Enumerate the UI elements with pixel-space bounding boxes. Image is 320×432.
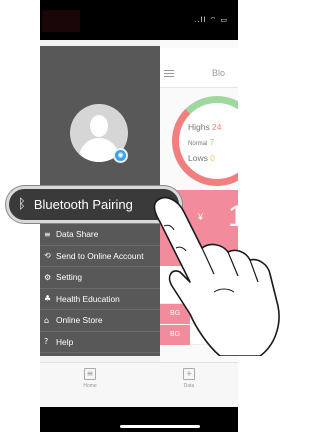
home-indicator[interactable] <box>120 425 200 428</box>
tab-home[interactable]: ≡ Home <box>70 368 110 389</box>
status-icons: ..ll ⌔ ▭ <box>194 16 228 24</box>
pointing-hand-icon <box>153 196 280 356</box>
store-icon: ⌂ <box>44 315 50 325</box>
tab-bar: ≡ Home + Data <box>40 362 238 407</box>
highs-value: 24 <box>211 122 222 132</box>
menu-item-send-online[interactable]: ⟲ Send to Online Account <box>40 246 160 267</box>
avatar-head <box>90 115 108 137</box>
lows-value: 0 <box>210 153 215 163</box>
app-header: Blo <box>160 48 238 88</box>
menu-item-health-education[interactable]: ♣ Health Education <box>40 289 160 310</box>
menu-icon[interactable] <box>164 70 174 77</box>
health-education-icon: ♣ <box>44 294 52 304</box>
menu-item-setting[interactable]: ⚙ Setting <box>40 267 160 289</box>
bluetooth-icon: ᛒ <box>18 197 26 212</box>
data-icon: + <box>183 368 195 380</box>
menu-item-label: Setting <box>56 272 83 283</box>
drawer-menu: ≡ Data Share ⟲ Send to Online Account ⚙ … <box>40 224 160 353</box>
home-indicator-area <box>40 407 238 432</box>
home-icon: ≡ <box>84 368 96 380</box>
menu-item-label: Health Education <box>56 293 120 304</box>
share-icon: ≡ <box>44 229 51 239</box>
menu-item-help[interactable]: ? Help <box>40 332 160 353</box>
camera-icon[interactable]: ◉ <box>113 148 128 163</box>
menu-item-online-store[interactable]: ⌂ Online Store <box>40 310 160 332</box>
normal-label: Normal <box>188 141 208 147</box>
bluetooth-pairing-label: Bluetooth Pairing <box>33 197 133 212</box>
status-bar: ..ll ⌔ ▭ <box>40 0 238 40</box>
menu-item-label: Online Store <box>56 315 103 326</box>
normal-value: 7 <box>209 137 215 147</box>
summary-counts: Highs 24 Normal 7 Lows 0 <box>188 120 221 166</box>
lows-label: Lows <box>188 153 208 163</box>
help-icon: ? <box>44 337 49 347</box>
page-title: Blo <box>212 68 226 78</box>
status-carrier-area <box>42 10 80 32</box>
menu-item-label: Help <box>56 336 74 347</box>
menu-item-label: Send to Online Account <box>56 250 144 261</box>
cloud-sync-icon: ⟲ <box>44 251 51 261</box>
menu-item-label: Data Share <box>56 229 99 240</box>
menu-item-data-share[interactable]: ≡ Data Share <box>40 224 160 246</box>
tab-data[interactable]: + Data <box>169 368 209 389</box>
highs-label: Highs <box>188 122 210 132</box>
gear-icon: ⚙ <box>44 272 52 282</box>
tab-label: Home <box>83 383 97 389</box>
tab-label: Data <box>183 383 195 389</box>
